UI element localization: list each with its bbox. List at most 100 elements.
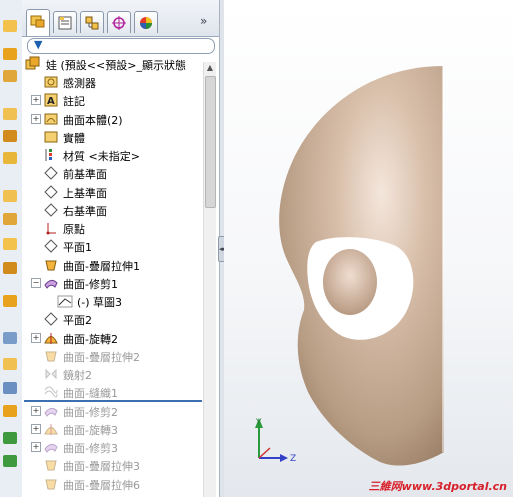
tool-icon[interactable] (3, 382, 17, 394)
tree-item-label: (-) 草圖3 (77, 296, 123, 309)
tool-icon[interactable] (3, 108, 17, 120)
tree-item[interactable]: 右基準面 (22, 201, 204, 219)
property-manager-icon (58, 16, 72, 30)
surface-revolve-icon (44, 423, 58, 435)
tool-icon[interactable] (3, 130, 17, 142)
command-toolbar-strip (0, 0, 23, 497)
tree-item-label: 右基準面 (63, 204, 107, 218)
graphics-area[interactable]: Y Z (224, 0, 513, 497)
tab-dimxpert-manager[interactable] (107, 11, 131, 33)
tree-item[interactable]: 曲面-疊層拉伸3 (22, 456, 204, 474)
surface-trim-icon (44, 443, 58, 453)
feature-tree: 娃 (預設<<預設>_顯示狀態 感測器 + A 註記 + 曲面本體(2) 實體 材質 <未指定… (22, 55, 204, 497)
tree-item[interactable]: 感測器 (22, 73, 204, 91)
tool-icon[interactable] (3, 70, 17, 82)
tool-icon[interactable] (3, 48, 17, 60)
model-view: Y Z (255, 66, 444, 466)
tree-root[interactable]: 娃 (預設<<預設>_顯示狀態 (22, 55, 204, 73)
manager-tab-bar: » (22, 0, 219, 37)
scrollbar-thumb[interactable] (205, 76, 216, 208)
sketch-icon (57, 295, 73, 308)
surface-loft-icon (45, 460, 57, 471)
tool-icon[interactable] (3, 20, 17, 32)
tab-feature-manager[interactable] (26, 9, 50, 36)
display-manager-icon (140, 17, 152, 29)
tree-scrollbar[interactable]: ▲ (203, 62, 216, 497)
surface-knit-icon (44, 386, 58, 398)
tool-icon[interactable] (3, 190, 17, 202)
surface-loft-icon (45, 479, 57, 489)
tree-item[interactable]: + 曲面-修剪3 (22, 438, 204, 456)
tab-property-manager[interactable] (53, 11, 77, 33)
collapse-icon[interactable]: − (31, 277, 41, 288)
surface-loft-icon (45, 260, 57, 270)
tool-icon[interactable] (3, 152, 17, 164)
dimxpert-icon (112, 16, 126, 30)
tree-item[interactable]: 曲面-疊層拉伸6 (22, 475, 204, 493)
triad-z-label: Z (290, 454, 296, 464)
origin-icon (46, 223, 56, 235)
tree-item[interactable]: 曲面-疊層拉伸1 (22, 256, 204, 274)
tree-item-label: 曲面-修剪3 (63, 442, 118, 455)
tree-item[interactable]: 原點 (22, 219, 204, 237)
plane-icon (44, 203, 58, 217)
tree-item[interactable]: + 曲面-旋轉3 (22, 420, 204, 438)
rollback-bar[interactable] (24, 400, 202, 402)
tree-item[interactable]: + 曲面-旋轉2 (22, 329, 204, 347)
expand-icon[interactable]: + (31, 405, 41, 416)
more-tabs-button[interactable]: » (200, 14, 207, 28)
filter-icon: ▼ (34, 38, 43, 51)
expand-icon[interactable]: + (31, 95, 41, 106)
tool-icon[interactable] (3, 405, 17, 417)
tool-icon[interactable] (3, 262, 17, 274)
expand-icon[interactable]: + (31, 113, 41, 124)
expand-icon[interactable]: + (31, 423, 41, 434)
surface-bodies-icon (44, 113, 58, 124)
tree-item-label: 曲面-旋轉3 (63, 423, 118, 437)
tree-item[interactable]: 曲面-疊層拉伸2 (22, 347, 204, 365)
tree-item-label: 鏡射2 (63, 369, 92, 382)
tree-item[interactable]: + 曲面-修剪2 (22, 402, 204, 420)
tree-item[interactable]: 上基準面 (22, 183, 204, 201)
tree-item[interactable]: + A 註記 (22, 91, 204, 109)
surface-trim-icon (44, 279, 58, 289)
tree-item[interactable]: 前基準面 (22, 164, 204, 182)
scroll-up-arrow-icon[interactable]: ▲ (204, 62, 216, 74)
annotation-icon: A (44, 93, 58, 107)
part-icon (25, 56, 40, 70)
tree-item-label: 曲面-疊層拉伸3 (63, 460, 140, 474)
tree-filter-input[interactable]: ▼ (27, 38, 215, 54)
tool-icon[interactable] (3, 238, 17, 250)
tree-item-label: 曲面-疊層拉伸1 (63, 259, 140, 273)
tree-item-label: 曲面-縫織1 (63, 387, 118, 401)
tree-item-label: 上基準面 (63, 186, 107, 200)
watermark-text: 三維网www.3dportal.cn (368, 480, 507, 493)
svg-text:A: A (47, 96, 55, 107)
tree-item[interactable]: − 曲面-修剪1 (22, 274, 204, 292)
tool-icon[interactable] (3, 358, 17, 370)
tree-item[interactable]: 平面1 (22, 237, 204, 255)
tree-item[interactable]: 材質 <未指定> (22, 146, 204, 164)
tree-item[interactable]: (-) 草圖3 (22, 292, 204, 310)
tree-item-label: 原點 (63, 223, 85, 236)
plane-icon (44, 239, 58, 253)
tree-item[interactable]: 曲面-疊層拉伸7 (22, 493, 204, 497)
tree-item[interactable]: 實體 (22, 128, 204, 146)
tool-icon[interactable] (3, 332, 17, 344)
tab-display-manager[interactable] (134, 11, 158, 33)
tree-item-label: 曲面-修剪2 (63, 405, 118, 419)
expand-icon[interactable]: + (31, 442, 41, 452)
tree-item-label: 曲面本體(2) (63, 113, 123, 127)
tool-icon[interactable] (3, 295, 17, 307)
tab-configuration-manager[interactable] (80, 11, 104, 33)
tool-icon[interactable] (3, 455, 17, 467)
expand-icon[interactable]: + (31, 332, 41, 343)
tool-icon[interactable] (3, 432, 17, 444)
tree-item[interactable]: + 曲面本體(2) (22, 110, 204, 128)
tree-item[interactable]: 平面2 (22, 310, 204, 328)
tree-item[interactable]: 曲面-縫織1 (22, 383, 204, 401)
tree-item[interactable]: 鏡射2 (22, 365, 204, 383)
tree-item-label: 實體 (63, 131, 85, 145)
feature-tree-icon (30, 15, 45, 28)
tool-icon[interactable] (3, 213, 17, 225)
